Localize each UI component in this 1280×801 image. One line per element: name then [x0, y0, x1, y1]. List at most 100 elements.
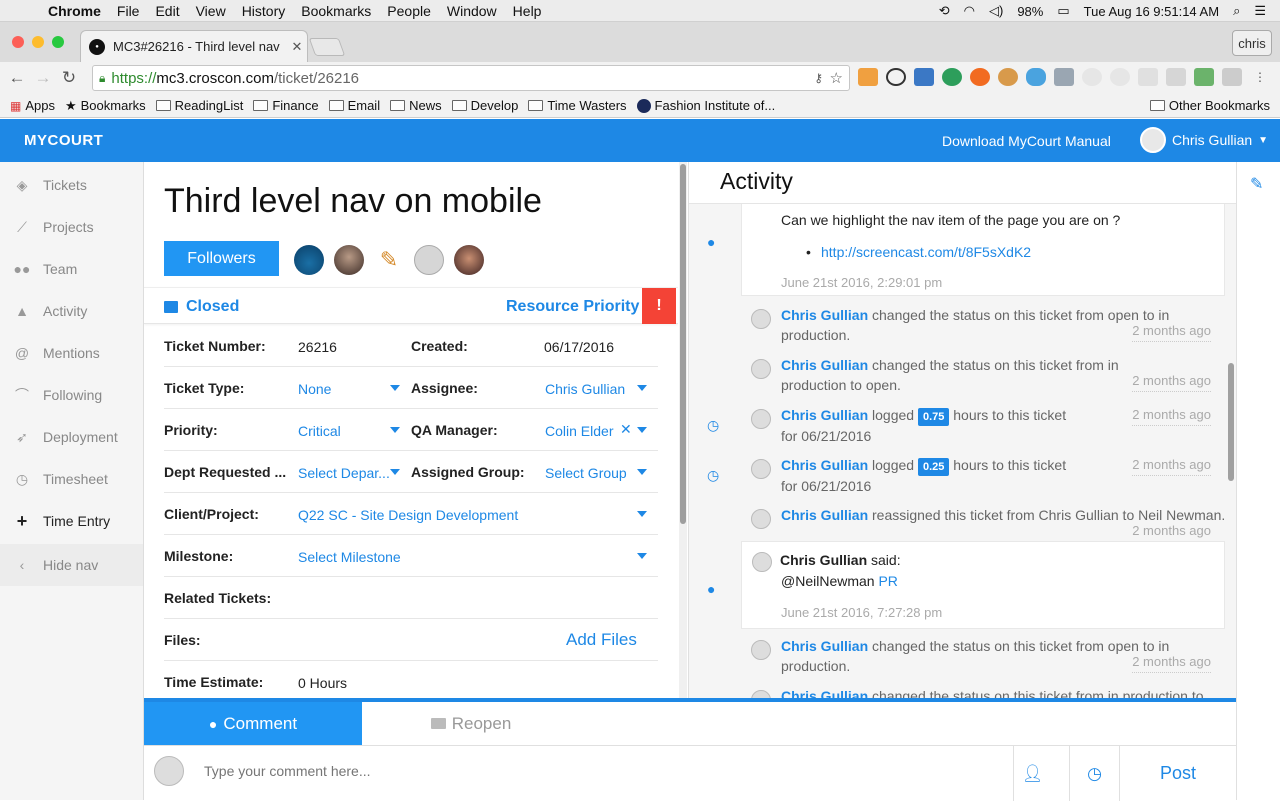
- scrollbar-thumb[interactable]: [1228, 363, 1234, 481]
- battery-icon[interactable]: ▭: [1057, 3, 1069, 19]
- new-tab-button[interactable]: [308, 38, 346, 56]
- browser-tab[interactable]: ● MC3#26216 - Third level nav ✕: [80, 30, 308, 62]
- follower-avatar[interactable]: [294, 245, 324, 275]
- bookmark-email[interactable]: Email: [328, 98, 380, 113]
- ticket-type-select[interactable]: None: [298, 381, 331, 397]
- extension-icon[interactable]: [998, 68, 1018, 86]
- assignee-select[interactable]: Chris Gullian: [545, 381, 625, 397]
- qa-manager-select[interactable]: Colin Elder: [545, 423, 613, 439]
- menu-people[interactable]: People: [387, 3, 431, 19]
- caret-down-icon[interactable]: [637, 553, 647, 559]
- key-icon[interactable]: ⚷: [814, 71, 823, 85]
- bookmark-star-icon[interactable]: ☆: [830, 69, 843, 87]
- follower-avatar[interactable]: [454, 245, 484, 275]
- caret-down-icon[interactable]: [390, 469, 400, 475]
- ticket-scrollbar[interactable]: [679, 162, 687, 698]
- tab-reopen[interactable]: Reopen: [362, 702, 580, 745]
- clock[interactable]: Tue Aug 16 9:51:14 AM: [1084, 4, 1219, 19]
- status-closed[interactable]: Closed: [164, 298, 239, 316]
- profile-button[interactable]: chris: [1232, 30, 1272, 56]
- extension-icon[interactable]: [1222, 68, 1242, 86]
- user-icon[interactable]: 👤︎: [1013, 746, 1051, 801]
- log-user-link[interactable]: Chris Gullian: [781, 357, 868, 373]
- caret-down-icon[interactable]: [637, 385, 647, 391]
- priority-select[interactable]: Critical: [298, 423, 341, 439]
- tab-close-icon[interactable]: ✕: [287, 39, 307, 55]
- caret-down-icon[interactable]: [390, 427, 400, 433]
- forward-icon[interactable]: →: [30, 68, 56, 88]
- menu-window[interactable]: Window: [447, 3, 497, 19]
- extension-icon[interactable]: [1194, 68, 1214, 86]
- comment-tag-link[interactable]: PR: [878, 573, 897, 589]
- reload-icon[interactable]: ↻: [56, 68, 82, 88]
- log-user-link[interactable]: Chris Gullian: [781, 307, 868, 323]
- notification-center-icon[interactable]: ☰: [1254, 3, 1266, 19]
- bookmark-time-wasters[interactable]: Time Wasters: [528, 98, 627, 113]
- close-window-button[interactable]: [12, 36, 24, 48]
- resource-priority-link[interactable]: Resource Priority: [506, 298, 639, 316]
- log-user-link[interactable]: Chris Gullian: [781, 507, 868, 523]
- sidebar-item-projects[interactable]: ⟋ Projects: [0, 206, 143, 248]
- milestone-select[interactable]: Select Milestone: [298, 549, 401, 565]
- menu-history[interactable]: History: [242, 3, 286, 19]
- menu-view[interactable]: View: [196, 3, 226, 19]
- followers-button[interactable]: Followers: [164, 241, 279, 276]
- wifi-icon[interactable]: ◠: [964, 3, 975, 19]
- assigned-group-select[interactable]: Select Group: [545, 465, 627, 481]
- extension-icon[interactable]: [1110, 68, 1130, 86]
- back-icon[interactable]: ←: [4, 68, 30, 88]
- dept-requested-select[interactable]: Select Depar...: [298, 465, 390, 481]
- bookmark-bookmarks[interactable]: ★ Bookmarks: [65, 98, 146, 114]
- log-user-link[interactable]: Chris Gullian: [781, 638, 868, 654]
- mycourt-logo[interactable]: MYCOURT: [24, 132, 103, 149]
- caret-down-icon[interactable]: [390, 385, 400, 391]
- alert-badge[interactable]: !: [642, 288, 676, 324]
- sidebar-item-tickets[interactable]: ◈ Tickets: [0, 164, 143, 206]
- time-machine-icon[interactable]: ⟲: [939, 3, 950, 19]
- menu-edit[interactable]: Edit: [155, 3, 179, 19]
- bookmark-fit[interactable]: Fashion Institute of...: [636, 98, 775, 113]
- user-menu[interactable]: Chris Gullian ▼: [1140, 127, 1268, 153]
- sidebar-item-team[interactable]: ●● Team: [0, 248, 143, 290]
- caret-down-icon[interactable]: [637, 427, 647, 433]
- bookmark-readinglist[interactable]: ReadingList: [155, 98, 243, 113]
- log-user-link[interactable]: Chris Gullian: [781, 407, 868, 423]
- menu-app-name[interactable]: Chrome: [48, 3, 101, 19]
- sidebar-item-following[interactable]: ⌒ Following: [0, 374, 143, 416]
- address-bar[interactable]: 🔒︎ https:// mc3.croscon.com /ticket/2621…: [92, 65, 850, 91]
- comment-input[interactable]: [204, 763, 904, 779]
- client-project-select[interactable]: Q22 SC - Site Design Development: [298, 507, 518, 523]
- extension-icon[interactable]: [858, 68, 878, 86]
- follower-avatar[interactable]: [334, 245, 364, 275]
- comment-author[interactable]: Chris Gullian: [780, 552, 867, 568]
- caret-down-icon[interactable]: [637, 469, 647, 475]
- other-bookmarks[interactable]: Other Bookmarks: [1149, 98, 1270, 113]
- log-user-link[interactable]: Chris Gullian: [781, 457, 868, 473]
- post-button[interactable]: Post: [1119, 746, 1236, 801]
- extension-icon[interactable]: [1138, 68, 1158, 86]
- menu-bookmarks[interactable]: Bookmarks: [301, 3, 371, 19]
- download-manual-link[interactable]: Download MyCourt Manual: [942, 133, 1111, 149]
- spotlight-icon[interactable]: ⌕: [1233, 3, 1240, 19]
- extension-icon[interactable]: [1026, 68, 1046, 86]
- chrome-menu-icon[interactable]: ⋮: [1250, 68, 1270, 86]
- clear-icon[interactable]: ✕: [620, 421, 632, 438]
- extension-icon[interactable]: [942, 68, 962, 86]
- bookmark-finance[interactable]: Finance: [253, 98, 319, 113]
- minimize-window-button[interactable]: [32, 36, 44, 48]
- edit-icon[interactable]: ✎: [1250, 174, 1263, 194]
- extension-icon[interactable]: [1054, 68, 1074, 86]
- sidebar-item-activity[interactable]: ▲ Activity: [0, 290, 143, 332]
- bookmark-apps[interactable]: ▦ Apps: [10, 98, 55, 113]
- follower-avatar[interactable]: [414, 245, 444, 275]
- activity-scrollbar[interactable]: [1226, 205, 1235, 700]
- sidebar-item-mentions[interactable]: @ Mentions: [0, 332, 143, 374]
- extension-icon[interactable]: [1082, 68, 1102, 86]
- extension-icon[interactable]: [970, 68, 990, 86]
- zoom-window-button[interactable]: [52, 36, 64, 48]
- extension-icon[interactable]: [914, 68, 934, 86]
- sidebar-item-timesheet[interactable]: ◷ Timesheet: [0, 458, 143, 500]
- volume-icon[interactable]: ◁): [989, 3, 1003, 19]
- menu-help[interactable]: Help: [513, 3, 542, 19]
- comment-link[interactable]: http://screencast.com/t/8F5sXdK2: [821, 244, 1031, 260]
